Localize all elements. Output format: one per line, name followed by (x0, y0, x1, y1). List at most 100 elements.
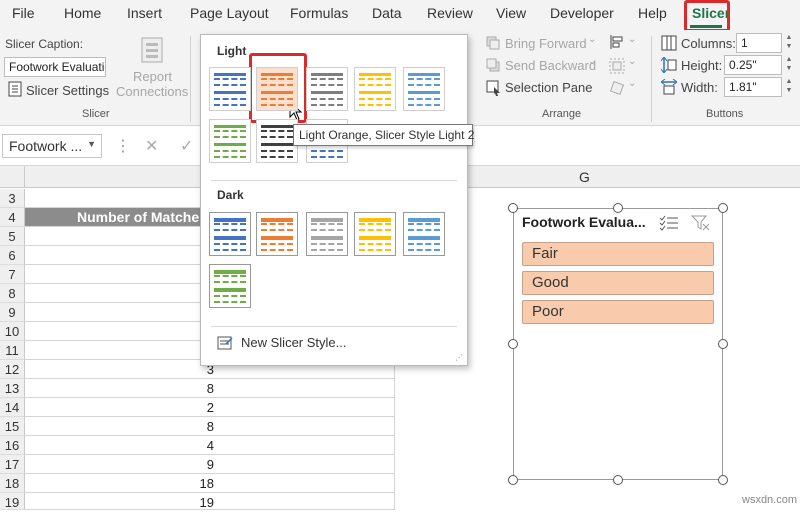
slicer-style-dark-6[interactable] (209, 264, 251, 308)
slicer-item-poor[interactable]: Poor (522, 300, 714, 324)
resize-grip-icon[interactable]: ⋰ (455, 353, 463, 362)
slicer-style-dark-5[interactable] (403, 212, 445, 256)
row-header[interactable]: 13 (0, 379, 25, 398)
slicer-style-light-3[interactable] (306, 67, 348, 111)
slicer-style-light-1[interactable] (209, 67, 251, 111)
align-icon[interactable] (609, 34, 625, 50)
height-input[interactable]: 0.25" (724, 55, 782, 75)
rotate-chevron-icon[interactable]: ⌄ (628, 78, 636, 89)
row-header[interactable]: 7 (0, 265, 25, 284)
width-spinner[interactable]: ▲ ▼ (782, 77, 796, 97)
row-header[interactable]: 15 (0, 417, 25, 436)
bring-forward-button[interactable]: Bring Forward (505, 36, 587, 51)
name-box-chevron-icon[interactable]: ▼ (87, 139, 96, 149)
multi-select-icon[interactable] (659, 215, 679, 234)
report-connections-line1[interactable]: Report (133, 69, 172, 84)
slicer-item-fair[interactable]: Fair (522, 242, 714, 266)
tab-data[interactable]: Data (372, 5, 402, 21)
send-backward-icon (486, 58, 502, 74)
resize-handle-top-left[interactable] (508, 203, 518, 213)
slicer-style-light-4[interactable] (354, 67, 396, 111)
slicer-style-dark-2[interactable] (256, 212, 298, 256)
slicer-settings-icon (8, 81, 24, 97)
align-chevron-icon[interactable]: ⌄ (628, 34, 636, 45)
resize-handle-bottom[interactable] (613, 475, 623, 485)
bring-forward-icon (486, 36, 502, 52)
send-backward-chevron-icon[interactable]: ⌄ (588, 56, 596, 67)
slicer-item-good[interactable]: Good (522, 271, 714, 295)
row-header[interactable]: 14 (0, 398, 25, 417)
name-box[interactable]: Footwork ... ▼ (2, 134, 102, 158)
table-row[interactable]: 4 (25, 436, 395, 455)
table-row[interactable]: 8 (25, 417, 395, 436)
resize-handle-bottom-left[interactable] (508, 475, 518, 485)
row-header[interactable]: 5 (0, 227, 25, 246)
group-icon[interactable] (609, 58, 625, 74)
tab-formulas[interactable]: Formulas (290, 5, 348, 21)
selection-pane-button[interactable]: Selection Pane (505, 80, 592, 95)
close-icon[interactable]: ✕ (145, 136, 158, 156)
resize-handle-left[interactable] (508, 339, 518, 349)
table-row[interactable]: 8 (25, 379, 395, 398)
tab-view[interactable]: View (496, 5, 526, 21)
slicer-style-light-7[interactable] (256, 119, 298, 163)
row-header[interactable]: 16 (0, 436, 25, 455)
row-header[interactable]: 11 (0, 341, 25, 360)
report-connections-line2[interactable]: Connections (116, 84, 188, 99)
resize-handle-top-right[interactable] (718, 203, 728, 213)
row-header[interactable]: 10 (0, 322, 25, 341)
columns-spinner[interactable]: ▲ ▼ (782, 33, 796, 53)
tab-page-layout[interactable]: Page Layout (190, 5, 269, 21)
table-header-cell: Number of Matche (77, 209, 200, 225)
slicer-style-light-2[interactable] (256, 67, 298, 111)
select-all-corner[interactable] (0, 166, 25, 188)
check-icon[interactable]: ✓ (180, 136, 193, 156)
bring-forward-chevron-icon[interactable]: ⌄ (588, 34, 596, 45)
row-header[interactable]: 19 (0, 493, 25, 510)
width-icon (660, 78, 678, 95)
row-header[interactable]: 6 (0, 246, 25, 265)
slicer-style-dark-1[interactable] (209, 212, 251, 256)
rotate-icon[interactable] (609, 80, 625, 96)
row-header[interactable]: 9 (0, 303, 25, 322)
table-row[interactable]: 19 (25, 493, 395, 510)
new-slicer-style-icon (217, 335, 233, 354)
tab-file[interactable]: File (12, 5, 35, 21)
row-header[interactable]: 18 (0, 474, 25, 493)
resize-handle-right[interactable] (718, 339, 728, 349)
table-row[interactable]: 18 (25, 474, 395, 493)
row-header[interactable]: 4 (0, 208, 25, 227)
group-separator (190, 36, 191, 122)
row-header[interactable]: 3 (0, 189, 25, 208)
tab-developer[interactable]: Developer (550, 5, 614, 21)
table-row[interactable]: 2 (25, 398, 395, 417)
slicer-style-dark-3[interactable] (306, 212, 348, 256)
slicer-style-dark-4[interactable] (354, 212, 396, 256)
row-header[interactable]: 17 (0, 455, 25, 474)
resize-handle-top[interactable] (613, 203, 623, 213)
send-backward-button[interactable]: Send Backward (505, 58, 596, 73)
slicer-caption-input[interactable]: Footwork Evaluatio (4, 57, 106, 77)
slicer-style-light-5[interactable] (403, 67, 445, 111)
columns-icon (661, 35, 677, 51)
row-header[interactable]: 12 (0, 360, 25, 379)
tab-review[interactable]: Review (427, 5, 473, 21)
column-header-g[interactable]: G (579, 169, 590, 185)
slicer-settings-button[interactable]: Slicer Settings (26, 83, 109, 98)
width-input[interactable]: 1.81" (724, 77, 782, 97)
tab-help[interactable]: Help (638, 5, 667, 21)
columns-input[interactable]: 1 (736, 33, 782, 53)
table-row[interactable]: 9 (25, 455, 395, 474)
tab-home[interactable]: Home (64, 5, 101, 21)
height-spinner[interactable]: ▲ ▼ (782, 55, 796, 75)
tab-insert[interactable]: Insert (127, 5, 162, 21)
group-chevron-icon[interactable]: ⌄ (628, 56, 636, 67)
slicer[interactable]: Footwork Evalua... Fair Good Poor (513, 208, 723, 480)
clear-filter-icon[interactable] (690, 214, 711, 235)
slicer-style-light-6[interactable] (209, 119, 251, 163)
resize-handle-bottom-right[interactable] (718, 475, 728, 485)
row-header[interactable]: 8 (0, 284, 25, 303)
slicer-style-gallery: Light Dark New Slicer Style... ⋰ (200, 34, 468, 366)
new-slicer-style-button[interactable]: New Slicer Style... (241, 335, 346, 350)
slicer-title: Footwork Evalua... (522, 214, 646, 230)
